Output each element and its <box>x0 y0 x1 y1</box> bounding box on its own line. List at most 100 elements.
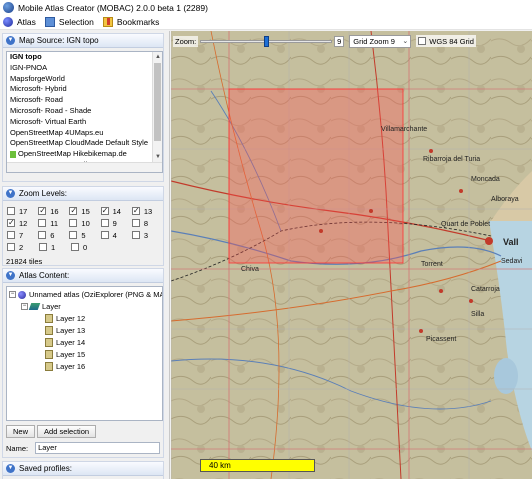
zoom-level-checkbox[interactable] <box>131 219 140 227</box>
menu-bookmarks[interactable]: Bookmarks <box>102 17 159 27</box>
zoom-level-option[interactable]: 9 <box>100 218 132 228</box>
zoom-level-checkbox[interactable] <box>39 243 47 251</box>
map-source-hscrollbar[interactable] <box>7 162 162 172</box>
zoom-level-checkbox[interactable] <box>7 207 15 215</box>
map-source-item[interactable]: OpenStreetMap Hikebikemap.de <box>7 149 153 160</box>
zoom-level-checkbox[interactable] <box>69 219 78 227</box>
zoom-level-label: 16 <box>50 206 59 216</box>
zoom-level-label: 9 <box>112 218 117 228</box>
zoom-level-label: 6 <box>50 230 55 240</box>
zoom-level-checkbox[interactable] <box>7 218 15 227</box>
wgs84-checkbox[interactable] <box>418 37 427 45</box>
zoom-level-checkbox[interactable] <box>38 206 47 215</box>
place-label: Ribarroja del Turia <box>423 156 480 163</box>
zoom-level-option[interactable]: 6 <box>38 231 69 240</box>
layer-node[interactable]: − Layer <box>21 301 61 312</box>
zoom-level-option[interactable]: 4 <box>100 230 132 240</box>
zoom-level-checkbox[interactable] <box>100 219 109 227</box>
zoom-level-checkbox[interactable] <box>131 206 140 215</box>
zoom-level-checkbox[interactable] <box>131 231 140 239</box>
map-source-type-icon <box>10 151 16 159</box>
zoom-level-option[interactable]: 13 <box>131 206 163 216</box>
app-globe-icon <box>3 2 14 13</box>
scroll-thumb[interactable] <box>154 63 161 141</box>
zoom-level-option[interactable]: 14 <box>100 206 132 216</box>
name-field[interactable]: Layer <box>35 442 161 454</box>
zoom-level-checkbox[interactable] <box>38 231 47 239</box>
zoom-level-checkbox[interactable] <box>69 206 78 215</box>
zoom-level-option[interactable]: 3 <box>131 231 163 240</box>
selection-rectangle <box>228 88 404 264</box>
map-source-header[interactable]: ▼ Map Source: IGN topo <box>3 34 163 48</box>
map-source-item[interactable]: IGN-PNOA <box>7 63 153 74</box>
map-source-item[interactable]: IGN topo <box>7 52 153 63</box>
zoom-slider[interactable] <box>200 35 333 47</box>
map-layer-node[interactable]: Layer 15 <box>45 349 85 360</box>
map-layer-node[interactable]: Layer 12 <box>45 313 85 324</box>
map-source-item[interactable]: OpenStreetMap 4UMaps.eu <box>7 128 153 139</box>
new-button[interactable]: New <box>6 425 36 438</box>
zoom-level-checkbox[interactable] <box>71 243 79 251</box>
map-source-item[interactable]: Microsoft- Road - Shade <box>7 106 153 117</box>
map-source-item[interactable]: Microsoft- Road <box>7 95 153 106</box>
scroll-down-icon[interactable]: ▼ <box>153 152 162 162</box>
zoom-level-option[interactable]: 8 <box>131 219 163 228</box>
menu-bar: Atlas Selection Bookmarks <box>0 15 532 30</box>
zoom-level-option[interactable]: 15 <box>69 206 100 216</box>
zoom-level-option[interactable]: 17 <box>7 207 38 216</box>
place-label: Quart de Poblet <box>441 221 490 228</box>
zoom-level-checkbox[interactable] <box>69 231 78 239</box>
atlas-globe-icon <box>3 17 13 27</box>
zoom-level-option[interactable]: 10 <box>69 219 100 228</box>
name-label: Name: <box>6 443 29 453</box>
map-layer-label: Layer 14 <box>56 338 86 347</box>
atlas-node[interactable]: − Unnamed atlas (OziExplorer (PNG & MAP)… <box>9 289 162 300</box>
menu-atlas[interactable]: Atlas <box>3 17 36 27</box>
map-layer-node[interactable]: Layer 16 <box>45 361 85 372</box>
zoom-level-option[interactable]: 2 <box>7 243 39 252</box>
map-layer-node[interactable]: Layer 14 <box>45 337 85 348</box>
tree-collapse-icon[interactable]: − <box>9 291 16 298</box>
zoom-level-option[interactable]: 0 <box>71 243 103 252</box>
zoom-level-option[interactable]: 5 <box>69 231 100 240</box>
place-label: Vall <box>503 237 519 247</box>
zoom-level-label: 7 <box>19 230 24 240</box>
map-source-item[interactable]: MapsforgeWorld <box>7 74 153 85</box>
zoom-levels-header[interactable]: ▼ Zoom Levels: <box>3 187 163 201</box>
zoom-level-option[interactable]: 16 <box>38 206 69 216</box>
map-source-item[interactable]: OpenStreetMap CloudMade Default Style <box>7 138 153 149</box>
atlas-content-header[interactable]: ▼ Atlas Content: <box>3 269 163 283</box>
menu-selection[interactable]: Selection <box>44 17 94 27</box>
zoom-level-checkbox[interactable] <box>38 219 47 227</box>
zoom-slider-knob[interactable] <box>263 35 269 47</box>
zoom-level-label: 15 <box>81 206 90 216</box>
map-layer-node[interactable]: Layer 13 <box>45 325 85 336</box>
zoom-level-option[interactable]: 12 <box>7 218 38 228</box>
zoom-level-checkbox[interactable] <box>100 231 109 239</box>
map-source-item[interactable]: Microsoft- Hybrid <box>7 84 153 95</box>
zoom-level-option[interactable]: 1 <box>39 243 71 252</box>
map-source-item[interactable]: Microsoft- Virtual Earth <box>7 117 153 128</box>
map-view[interactable]: Vall Ribarroja del Turia Quart de Poblet… <box>171 31 532 479</box>
wgs84-grid-toggle[interactable]: WGS 84 Grid <box>416 35 476 47</box>
scroll-up-icon[interactable]: ▲ <box>153 52 162 62</box>
zoom-level-option[interactable]: 7 <box>7 231 38 240</box>
zoom-level-checkbox[interactable] <box>7 243 15 251</box>
zoom-level-grid: 17161514131211109876543210 <box>7 205 163 253</box>
map-source-item-label: Microsoft- Road <box>10 95 63 105</box>
saved-profiles-header[interactable]: ▼ Saved profiles: <box>3 462 163 476</box>
zoom-level-checkbox[interactable] <box>7 231 15 239</box>
map-source-scrollbar[interactable]: ▲ ▼ <box>152 52 162 172</box>
chevron-down-icon: ⌄ <box>402 38 409 45</box>
zoom-level-checkbox[interactable] <box>100 206 109 215</box>
map-source-item-label: OpenStreetMap Hikebikemap.de <box>18 149 127 159</box>
atlas-tree[interactable]: − Unnamed atlas (OziExplorer (PNG & MAP)… <box>6 286 163 421</box>
zoom-level-option[interactable]: 11 <box>38 219 69 228</box>
map-source-item-label: MapsforgeWorld <box>10 73 65 83</box>
zoom-level-label: 4 <box>112 230 117 240</box>
add-selection-button[interactable]: Add selection <box>37 425 97 438</box>
grid-zoom-select[interactable]: Grid Zoom 9 ⌄ <box>349 34 412 48</box>
map-source-list[interactable]: IGN topo IGN-PNOA MapsforgeWorld Microsoft-… <box>6 51 163 173</box>
map-layer-label: Layer 13 <box>56 326 86 335</box>
tree-collapse-icon[interactable]: − <box>21 303 28 310</box>
